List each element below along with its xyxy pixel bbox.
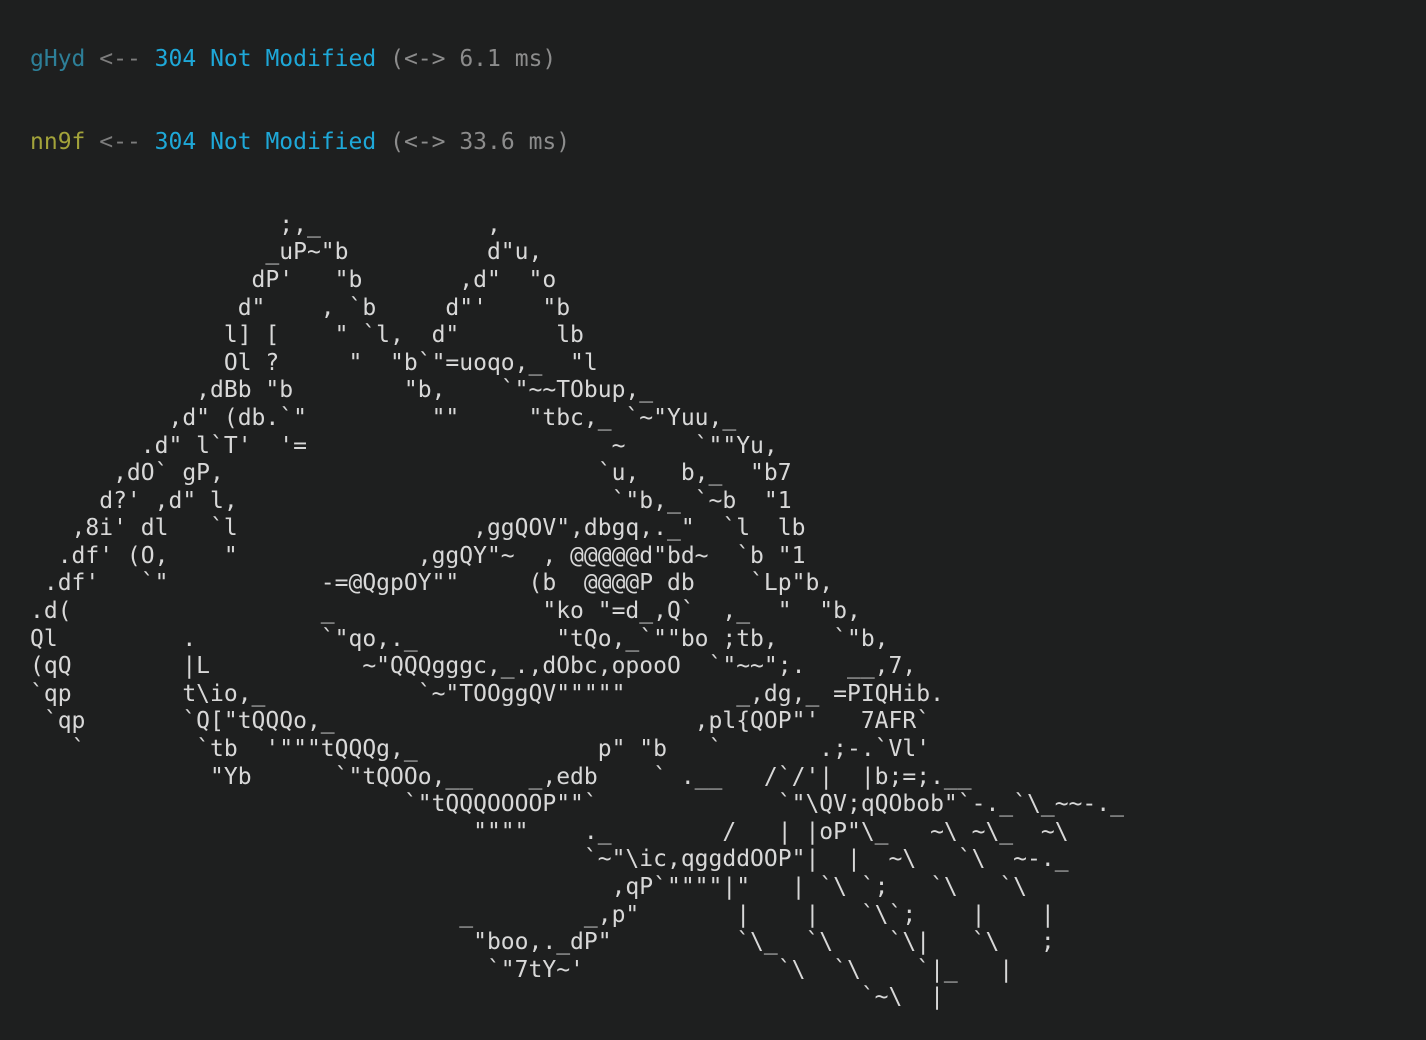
status-code: 304 — [154, 46, 197, 73]
status-text: Not Modified — [210, 46, 377, 73]
request-log-line: nn9f <-- 304 Not Modified (<-> 33.6 ms) — [30, 129, 1420, 157]
response-timing: (<-> 33.6 ms) — [390, 128, 571, 155]
status-code: 304 — [154, 128, 197, 155]
status-text: Not Modified — [210, 128, 377, 155]
response-arrow: <-- — [99, 128, 141, 155]
ascii-art-hand: ;,_ , _uP~"b d"u, dP' "b ,d" "o d" , `b … — [30, 211, 1124, 1011]
request-log-line: gHyd <-- 304 Not Modified (<-> 6.1 ms) — [30, 46, 1420, 74]
request-id: gHyd — [30, 46, 86, 73]
request-id: nn9f — [30, 128, 86, 155]
terminal-output: gHyd <-- 304 Not Modified (<-> 6.1 ms) n… — [30, 0, 1420, 1040]
response-arrow: <-- — [99, 46, 141, 73]
response-timing: (<-> 6.1 ms) — [390, 46, 557, 73]
